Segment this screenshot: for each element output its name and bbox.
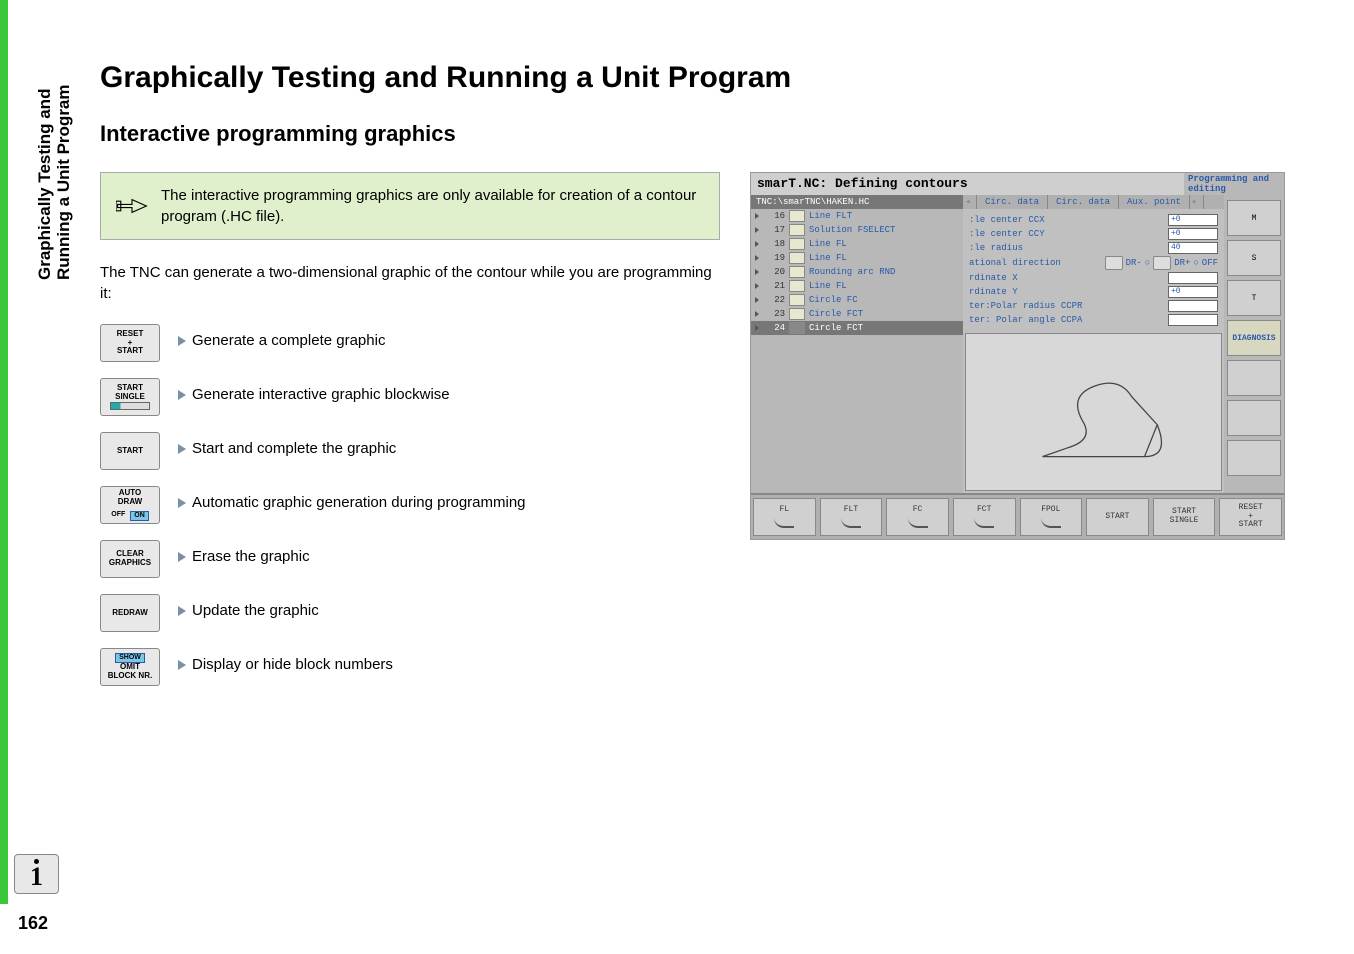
window-title: smarT.NC: Defining contours [751, 173, 1184, 195]
action-description: Update the graphic [178, 594, 319, 619]
form-input[interactable]: 40 [1168, 242, 1218, 254]
program-line[interactable]: 20Rounding arc RND [751, 265, 963, 279]
tool-button[interactable] [1227, 440, 1281, 476]
triangle-bullet-icon [178, 390, 186, 400]
action-description: Generate interactive graphic blockwise [178, 378, 450, 403]
tool-button[interactable]: M [1227, 200, 1281, 236]
program-line[interactable]: 19Line FL [751, 251, 963, 265]
triangle-bullet-icon [178, 336, 186, 346]
form-parameter-row: :le radius40 [967, 241, 1220, 255]
form-parameter-row: rdinate X [967, 271, 1220, 285]
triangle-bullet-icon [178, 444, 186, 454]
softkey[interactable]: RESET+START [1219, 498, 1282, 536]
tab-scroll-right[interactable]: ▸ [1190, 195, 1204, 209]
form-input[interactable] [1168, 272, 1218, 284]
mode-badge: Programming and editing [1184, 173, 1284, 195]
contour-graphic-canvas [965, 333, 1222, 491]
form-parameter-row: ational directionDR- ○ DR+ ○ OFF [967, 255, 1220, 271]
softkey[interactable]: START [1086, 498, 1149, 536]
page-title: Graphically Testing and Running a Unit P… [100, 60, 1334, 96]
body-paragraph: The TNC can generate a two-dimensional g… [100, 262, 720, 304]
program-line[interactable]: 21Line FL [751, 279, 963, 293]
form-parameter-row: :le center CCX+0 [967, 213, 1220, 227]
embedded-screenshot: smarT.NC: Defining contours Programming … [750, 172, 1285, 540]
softkey-button[interactable]: RESET+START [100, 324, 160, 362]
tab-circ-data-2[interactable]: Circ. data [1048, 195, 1119, 209]
note-text: The interactive programming graphics are… [161, 187, 696, 225]
softkey[interactable]: FCT [953, 498, 1016, 536]
program-line[interactable]: 18Line FL [751, 237, 963, 251]
radio-option[interactable] [1153, 256, 1171, 270]
info-button[interactable]: 1 [14, 854, 59, 894]
form-input[interactable]: +0 [1168, 228, 1218, 240]
softkey[interactable]: FC [886, 498, 949, 536]
action-description: Generate a complete graphic [178, 324, 385, 349]
tab-scroll-left[interactable]: ◂ [963, 195, 977, 209]
softkey[interactable]: FLT [820, 498, 883, 536]
sidebar-title-line2: Running a Unit Program [54, 0, 74, 280]
form-input[interactable] [1168, 300, 1218, 312]
page-number: 162 [18, 913, 48, 934]
softkey-button[interactable]: START [100, 432, 160, 470]
action-description: Display or hide block numbers [178, 648, 393, 673]
program-line[interactable]: 17Solution FSELECT [751, 223, 963, 237]
tool-button[interactable]: T [1227, 280, 1281, 316]
diagnosis-button[interactable]: DIAGNOSIS [1227, 320, 1281, 356]
softkey[interactable]: FPOL [1020, 498, 1083, 536]
callout-note: The interactive programming graphics are… [100, 172, 720, 240]
form-input[interactable] [1168, 314, 1218, 326]
triangle-bullet-icon [178, 552, 186, 562]
form-input[interactable]: +0 [1168, 214, 1218, 226]
action-description: Automatic graphic generation during prog… [178, 486, 526, 511]
softkey-button[interactable]: CLEARGRAPHICS [100, 540, 160, 578]
program-line[interactable]: 22Circle FC [751, 293, 963, 307]
program-line[interactable]: 16Line FLT [751, 209, 963, 223]
triangle-bullet-icon [178, 660, 186, 670]
pointing-hand-icon [116, 189, 148, 228]
tool-button[interactable] [1227, 360, 1281, 396]
form-parameter-row: ter: Polar angle CCPA [967, 313, 1220, 327]
radio-option[interactable] [1105, 256, 1123, 270]
form-parameter-row: ter:Polar radius CCPR [967, 299, 1220, 313]
tab-circ-data-1[interactable]: Circ. data [977, 195, 1048, 209]
softkey-button[interactable]: SHOWOMITBLOCK NR. [100, 648, 160, 686]
program-line[interactable]: 23Circle FCT [751, 307, 963, 321]
softkey-button[interactable]: REDRAW [100, 594, 160, 632]
tab-aux-point[interactable]: Aux. point [1119, 195, 1190, 209]
action-description: Erase the graphic [178, 540, 310, 565]
triangle-bullet-icon [178, 498, 186, 508]
form-input[interactable]: +0 [1168, 286, 1218, 298]
form-parameter-row: :le center CCY+0 [967, 227, 1220, 241]
file-path: TNC:\smarTNC\HAKEN.HC [751, 195, 963, 209]
tool-button[interactable] [1227, 400, 1281, 436]
softkey[interactable]: FL [753, 498, 816, 536]
form-panel: ◂ Circ. data Circ. data Aux. point ▸ :le… [963, 195, 1224, 493]
softkey[interactable]: STARTSINGLE [1153, 498, 1216, 536]
softkey-button[interactable]: STARTSINGLE [100, 378, 160, 416]
action-description: Start and complete the graphic [178, 432, 396, 457]
softkey-button[interactable]: AUTODRAWOFFON [100, 486, 160, 524]
triangle-bullet-icon [178, 606, 186, 616]
program-line[interactable]: 24Circle FCT [751, 321, 963, 335]
section-subtitle: Interactive programming graphics [100, 121, 1334, 147]
form-parameter-row: rdinate Y+0 [967, 285, 1220, 299]
sidebar-title-line1: Graphically Testing and [35, 0, 55, 280]
tool-button[interactable]: S [1227, 240, 1281, 276]
